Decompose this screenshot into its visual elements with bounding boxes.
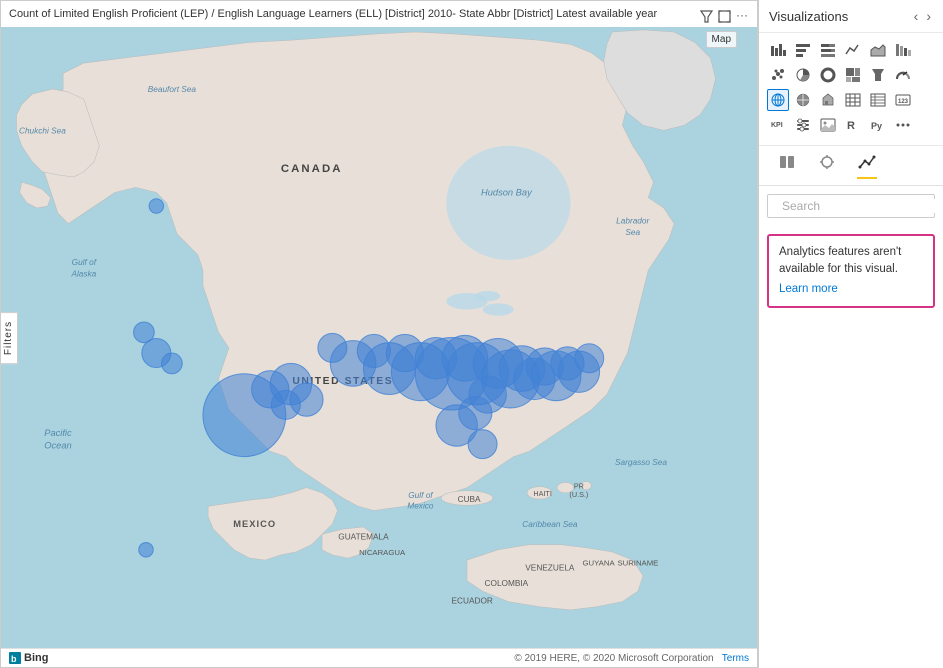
- svg-text:ECUADOR: ECUADOR: [452, 597, 493, 606]
- svg-text:VENEZUELA: VENEZUELA: [525, 564, 575, 573]
- chart-title-bar: Count of Limited English Proficient (LEP…: [1, 1, 757, 27]
- analytics-tab-icon: [857, 152, 877, 179]
- learn-more-link[interactable]: Learn more: [779, 281, 923, 298]
- panel-prev-arrow[interactable]: ‹: [912, 8, 921, 24]
- bing-icon: b: [9, 652, 21, 664]
- map-type-badge: Map: [706, 31, 737, 48]
- map-footer: b Bing © 2019 HERE, © 2020 Microsoft Cor…: [1, 648, 757, 667]
- viz-icon-line[interactable]: [842, 39, 864, 61]
- footer-copyright: © 2019 HERE, © 2020 Microsoft Corporatio…: [514, 653, 749, 664]
- tab-analytics[interactable]: [847, 146, 887, 185]
- format-tab-icon: [817, 152, 837, 177]
- svg-text:Sargasso Sea: Sargasso Sea: [615, 458, 667, 467]
- viz-icon-ribbon[interactable]: [892, 39, 914, 61]
- viz-icons-row-1: [767, 39, 935, 61]
- svg-text:CUBA: CUBA: [458, 495, 481, 504]
- viz-icon-python[interactable]: Py: [867, 114, 889, 136]
- svg-text:NICARAGUA: NICARAGUA: [359, 548, 406, 557]
- viz-icon-more[interactable]: [892, 114, 914, 136]
- viz-icons-row-3: 123: [767, 89, 935, 111]
- viz-icon-table[interactable]: [842, 89, 864, 111]
- svg-text:Chukchi Sea: Chukchi Sea: [19, 126, 66, 135]
- svg-text:(U.S.): (U.S.): [569, 490, 588, 499]
- svg-text:CANADA: CANADA: [281, 163, 343, 175]
- main-area: Count of Limited English Proficient (LEP…: [0, 0, 758, 668]
- filter-icon[interactable]: [699, 9, 713, 23]
- viz-icon-slicer[interactable]: [792, 114, 814, 136]
- svg-text:Alaska: Alaska: [70, 269, 96, 278]
- viz-icons-row-4: KPI R Py: [767, 114, 935, 136]
- panel-title: Visualizations: [769, 9, 848, 24]
- svg-text:HAITI: HAITI: [533, 489, 552, 498]
- viz-icon-filled-map[interactable]: [792, 89, 814, 111]
- viz-icon-shape-map[interactable]: [817, 89, 839, 111]
- viz-icon-column[interactable]: [792, 39, 814, 61]
- viz-icons-section: 123 KPI R Py: [759, 33, 943, 146]
- viz-icon-treemap[interactable]: [842, 64, 864, 86]
- svg-text:Mexico: Mexico: [407, 501, 434, 510]
- viz-icon-image[interactable]: [817, 114, 839, 136]
- map-svg: CANADA UNITED STATES MEXICO CUBA HAITI P…: [1, 27, 757, 648]
- viz-icon-kpi[interactable]: KPI: [767, 114, 789, 136]
- svg-text:R: R: [847, 120, 855, 132]
- svg-text:Sea: Sea: [625, 228, 640, 237]
- svg-text:GUYANA: GUYANA: [582, 558, 615, 567]
- fields-tab-icon: [777, 152, 797, 177]
- filters-tab[interactable]: Filters: [1, 311, 18, 363]
- viz-icon-funnel[interactable]: [867, 64, 889, 86]
- viz-icon-card[interactable]: 123: [892, 89, 914, 111]
- svg-text:Gulf of: Gulf of: [72, 258, 98, 267]
- svg-text:Beaufort Sea: Beaufort Sea: [148, 85, 197, 94]
- svg-text:GUATEMALA: GUATEMALA: [338, 532, 389, 541]
- search-input[interactable]: [782, 199, 937, 213]
- search-box[interactable]: [767, 194, 935, 218]
- svg-text:Hudson Bay: Hudson Bay: [481, 188, 533, 198]
- focus-mode-icon[interactable]: [717, 9, 731, 23]
- svg-text:Caribbean Sea: Caribbean Sea: [522, 520, 578, 529]
- more-options-icon[interactable]: ···: [735, 9, 749, 23]
- svg-text:MEXICO: MEXICO: [233, 519, 276, 529]
- chart-title-icons: ···: [699, 9, 749, 23]
- viz-icon-gauge[interactable]: [892, 64, 914, 86]
- chart-title: Count of Limited English Proficient (LEP…: [9, 7, 693, 21]
- panel-header: Visualizations ‹ ›: [759, 0, 943, 33]
- terms-link[interactable]: Terms: [722, 653, 749, 664]
- svg-text:123: 123: [898, 99, 909, 105]
- viz-icon-stacked-bar[interactable]: [767, 39, 789, 61]
- viz-icon-matrix[interactable]: [867, 89, 889, 111]
- bing-logo: b Bing: [9, 652, 48, 664]
- svg-text:KPI: KPI: [771, 122, 783, 129]
- viz-icon-100pct-bar[interactable]: [817, 39, 839, 61]
- svg-text:b: b: [11, 654, 17, 664]
- right-panel: Visualizations ‹ ›: [758, 0, 943, 668]
- viz-icon-r[interactable]: R: [842, 114, 864, 136]
- svg-text:Labrador: Labrador: [616, 217, 650, 226]
- viz-icons-row-2: [767, 64, 935, 86]
- viz-icon-map[interactable]: [767, 89, 789, 111]
- tab-fields[interactable]: [767, 146, 807, 185]
- panel-nav-arrows: ‹ ›: [912, 8, 933, 24]
- svg-text:Pacific: Pacific: [44, 428, 72, 438]
- panel-next-arrow[interactable]: ›: [924, 8, 933, 24]
- svg-text:SURINAME: SURINAME: [617, 558, 658, 567]
- tab-format[interactable]: [807, 146, 847, 185]
- map-container: Filters: [1, 27, 757, 648]
- analytics-message: Analytics features aren't available for …: [767, 234, 935, 308]
- svg-text:Gulf of: Gulf of: [408, 491, 434, 500]
- viz-icon-area[interactable]: [867, 39, 889, 61]
- viz-icon-pie[interactable]: [792, 64, 814, 86]
- viz-icon-donut[interactable]: [817, 64, 839, 86]
- svg-text:Ocean: Ocean: [44, 440, 71, 450]
- svg-text:Py: Py: [871, 121, 882, 131]
- sub-tabs: [759, 146, 943, 186]
- viz-icon-scatter[interactable]: [767, 64, 789, 86]
- analytics-message-text: Analytics features aren't available for …: [779, 246, 901, 275]
- svg-text:COLOMBIA: COLOMBIA: [485, 579, 529, 588]
